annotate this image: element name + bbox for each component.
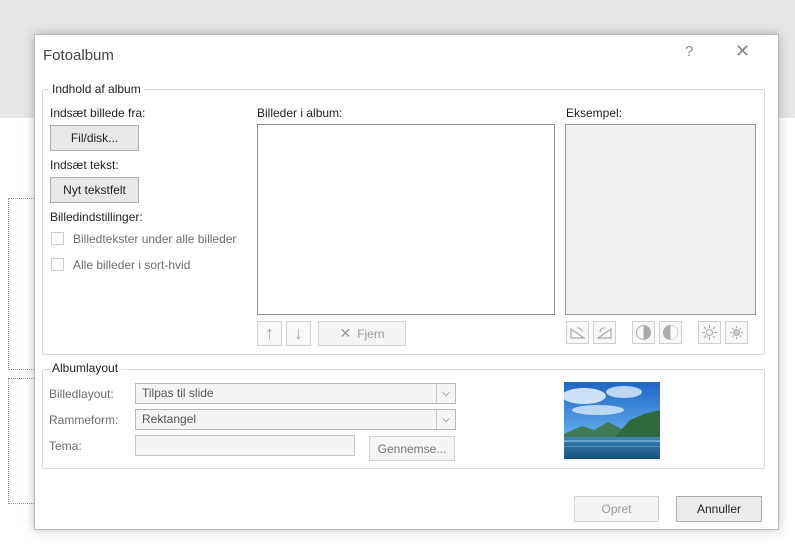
- cancel-button[interactable]: Annuller: [676, 496, 762, 522]
- picture-layout-value: Tilpas til slide: [142, 386, 214, 400]
- dialog-title: Fotoalbum: [43, 47, 114, 64]
- insert-text-label: Indsæt tekst:: [50, 158, 119, 172]
- rotate-right-icon: [596, 327, 612, 339]
- picture-layout-label: Billedlayout:: [49, 387, 114, 401]
- create-button[interactable]: Opret: [574, 496, 659, 522]
- file-disk-button[interactable]: Fil/disk...: [50, 125, 139, 151]
- picture-layout-select[interactable]: Tilpas til slide ⌵: [135, 383, 456, 404]
- arrow-up-icon: ↑: [265, 323, 274, 343]
- rotate-left-button[interactable]: [566, 321, 589, 344]
- rotate-left-icon: [570, 327, 586, 339]
- brightness-up-icon: [702, 325, 717, 340]
- brightness-up-button[interactable]: [698, 321, 721, 344]
- theme-label: Tema:: [49, 439, 82, 453]
- preview-pane: [565, 124, 756, 315]
- photo-album-dialog: Fotoalbum ? ✕ Indhold af album Indsæt bi…: [34, 34, 779, 530]
- layout-preview-image: [564, 382, 660, 459]
- browse-button[interactable]: Gennemse...: [369, 436, 455, 461]
- brightness-down-button[interactable]: [725, 321, 748, 344]
- move-up-button[interactable]: ↑: [257, 321, 282, 346]
- remove-button[interactable]: ✕ Fjern: [318, 321, 406, 346]
- move-down-button[interactable]: ↓: [286, 321, 311, 346]
- new-textbox-button[interactable]: Nyt tekstfelt: [50, 177, 139, 203]
- theme-input[interactable]: [135, 435, 355, 456]
- album-content-legend: Indhold af album: [49, 82, 144, 96]
- black-white-checkbox[interactable]: [51, 258, 64, 271]
- preview-label: Eksempel:: [566, 106, 623, 120]
- chevron-down-icon: ⌵: [436, 384, 455, 403]
- contrast-up-button[interactable]: [632, 321, 655, 344]
- arrow-down-icon: ↓: [294, 323, 303, 343]
- album-layout-legend: Albumlayout: [49, 361, 122, 375]
- contrast-up-icon: [636, 325, 651, 340]
- help-button[interactable]: ?: [685, 43, 693, 60]
- remove-button-label: Fjern: [357, 326, 385, 341]
- frame-shape-value: Rektangel: [142, 412, 197, 426]
- insert-picture-from-label: Indsæt billede fra:: [50, 106, 146, 120]
- frame-shape-label: Rammeform:: [49, 413, 119, 427]
- pictures-in-album-label: Billeder i album:: [257, 106, 343, 120]
- black-white-option-label[interactable]: Alle billeder i sort-hvid: [73, 258, 190, 272]
- captions-checkbox[interactable]: [51, 232, 64, 245]
- captions-option-label[interactable]: Billedtekster under alle billeder: [73, 232, 236, 246]
- close-icon[interactable]: ✕: [735, 41, 750, 62]
- remove-icon: ✕: [339, 325, 352, 341]
- brightness-down-icon: [730, 326, 743, 339]
- contrast-down-icon: [663, 325, 678, 340]
- contrast-down-button[interactable]: [659, 321, 682, 344]
- frame-shape-select[interactable]: Rektangel ⌵: [135, 409, 456, 430]
- pictures-in-album-list[interactable]: [257, 124, 555, 315]
- picture-options-label: Billedindstillinger:: [50, 210, 143, 224]
- rotate-right-button[interactable]: [593, 321, 616, 344]
- chevron-down-icon: ⌵: [436, 410, 455, 429]
